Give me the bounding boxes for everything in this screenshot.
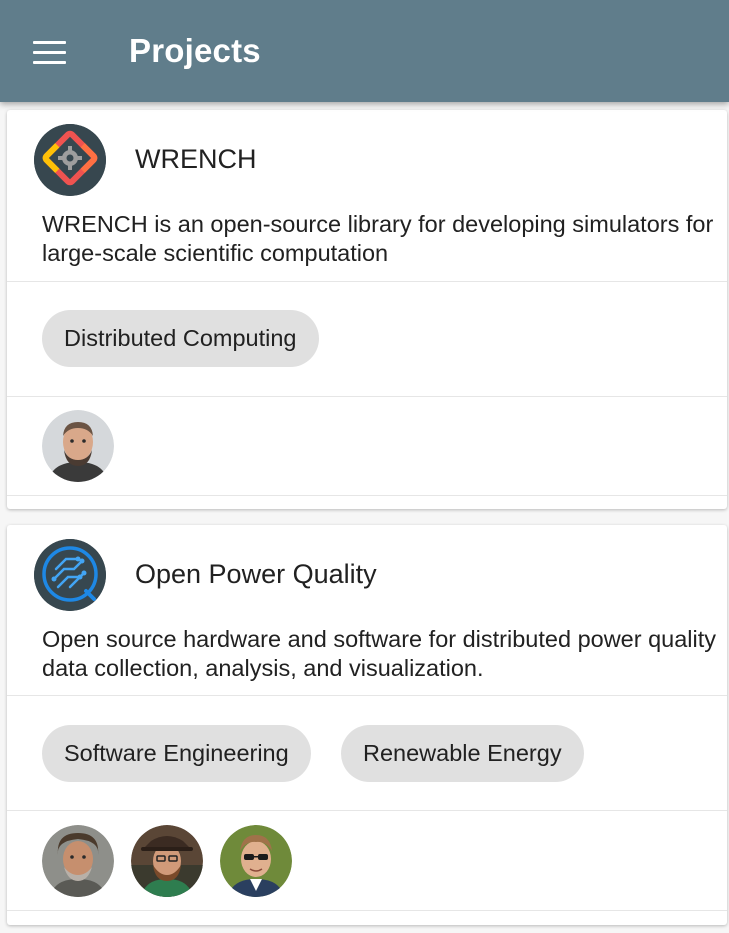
project-description: WRENCH is an open-source library for dev… — [42, 211, 714, 266]
participant-avatar[interactable] — [131, 825, 203, 897]
project-card-wrench[interactable]: WRENCH WRENCH is an open-source library … — [7, 110, 727, 509]
divider — [7, 910, 727, 911]
participant-avatar[interactable] — [42, 825, 114, 897]
project-name: WRENCH — [135, 144, 257, 174]
interest-chip[interactable]: Software Engineering — [42, 725, 311, 782]
project-name: Open Power Quality — [135, 559, 377, 589]
app-bar: Projects — [0, 0, 729, 102]
wrench-logo-icon — [34, 124, 106, 196]
hamburger-menu-icon[interactable] — [33, 41, 66, 65]
interest-chip[interactable]: Renewable Energy — [341, 725, 584, 782]
card-header: WRENCH — [7, 110, 727, 210]
participant-avatar[interactable] — [42, 410, 114, 482]
divider — [7, 396, 727, 397]
participant-avatar[interactable] — [220, 825, 292, 897]
divider — [7, 695, 727, 696]
project-card-open-power-quality[interactable]: Open Power Quality Open source hardware … — [7, 525, 727, 925]
open-power-quality-logo-icon — [34, 539, 106, 611]
interest-chip[interactable]: Distributed Computing — [42, 310, 319, 367]
project-description: Open source hardware and software for di… — [42, 626, 717, 681]
page-title: Projects — [129, 32, 261, 69]
divider — [7, 810, 727, 811]
divider — [7, 495, 727, 496]
card-header: Open Power Quality — [7, 525, 727, 625]
divider — [7, 281, 727, 282]
